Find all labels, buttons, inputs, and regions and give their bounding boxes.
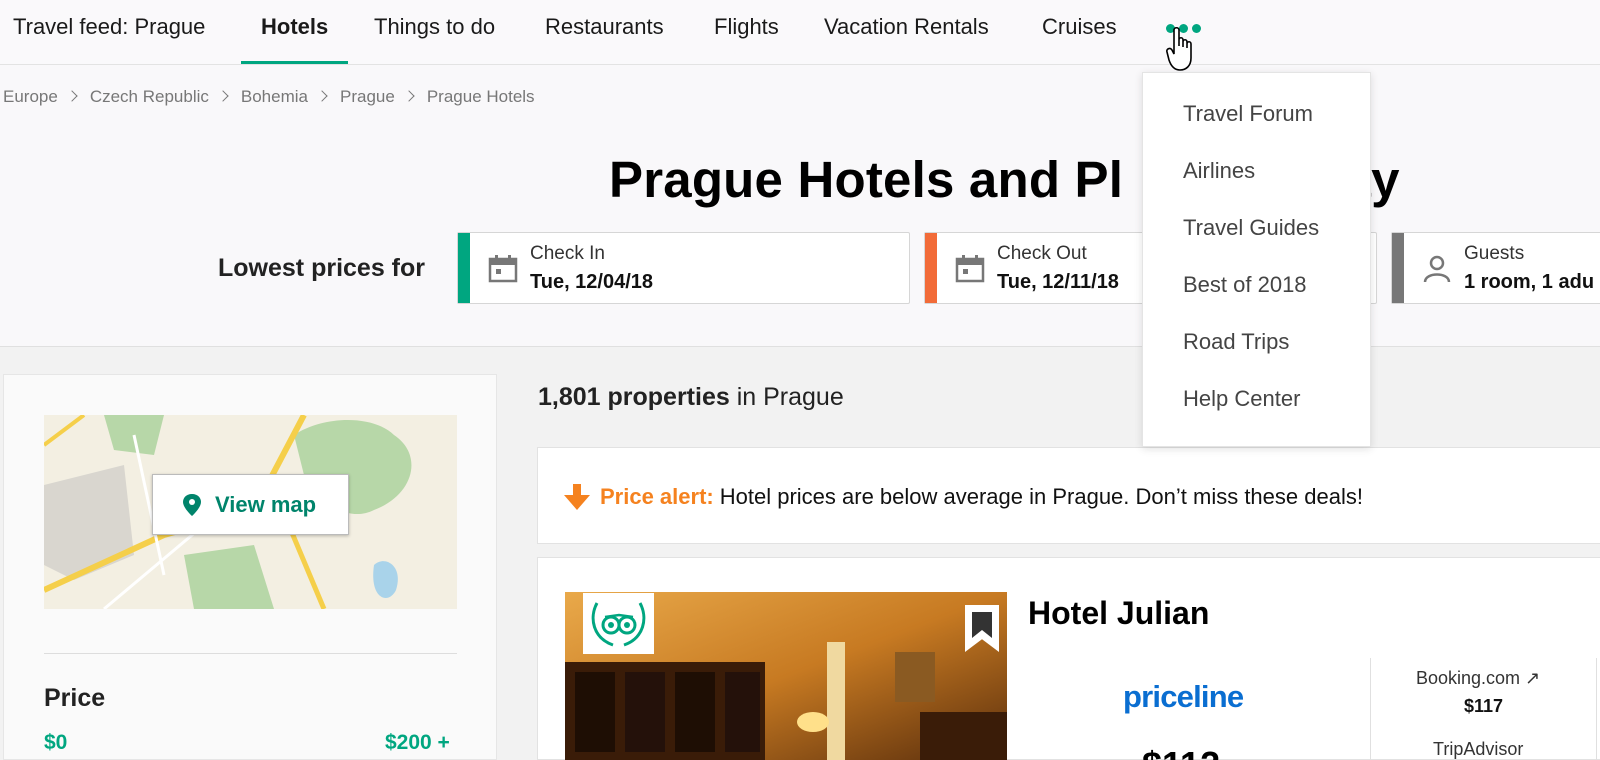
price-alert-banner: Price alert: Hotel prices are below avera…: [537, 447, 1600, 544]
tripadvisor-provider[interactable]: TripAdvisor: [1433, 739, 1523, 760]
guests-stripe: [1392, 233, 1404, 303]
price-max-value: $200 +: [385, 731, 450, 754]
external-link-icon: ↗: [1525, 668, 1541, 688]
person-icon: [1423, 255, 1451, 283]
booking-provider[interactable]: Booking.com ↗: [1416, 668, 1540, 689]
top-nav: Travel feed: Prague Hotels Things to do …: [0, 0, 1600, 65]
bookmark-icon[interactable]: [962, 604, 1002, 652]
owl-laurel-icon: [591, 602, 646, 647]
price-filter-heading: Price: [44, 684, 106, 712]
check-in-field[interactable]: Check In Tue, 12/04/18: [457, 232, 910, 304]
travelers-choice-badge: [583, 593, 654, 654]
breadcrumb-item[interactable]: Czech Republic: [90, 87, 209, 107]
menu-item-airlines[interactable]: Airlines: [1183, 158, 1255, 184]
guests-value: 1 room, 1 adu: [1464, 271, 1595, 293]
price-alert-message: Hotel prices are below average in Prague…: [719, 484, 1363, 509]
check-in-label: Check In: [530, 243, 605, 264]
nav-travel-feed[interactable]: Travel feed: Prague: [13, 0, 205, 64]
hand-cursor-icon: [1166, 26, 1192, 71]
nav-vacation-rentals[interactable]: Vacation Rentals: [824, 0, 989, 64]
price-alert-text: Price alert: Hotel prices are below avera…: [600, 484, 1363, 510]
chevron-right-icon: [217, 89, 229, 102]
breadcrumb-item[interactable]: Bohemia: [241, 87, 308, 107]
breadcrumb-item[interactable]: Europe: [3, 87, 58, 107]
chevron-right-icon: [66, 89, 78, 102]
breadcrumb-item[interactable]: Prague: [340, 87, 395, 107]
nav-things-to-do[interactable]: Things to do: [374, 0, 495, 64]
chevron-right-icon: [316, 89, 328, 102]
property-count: 1,801 properties in Prague: [538, 383, 844, 412]
guests-field[interactable]: Guests 1 room, 1 adu: [1391, 232, 1600, 304]
more-dropdown-menu: Travel Forum Airlines Travel Guides Best…: [1142, 72, 1371, 447]
price-min-value: $0: [44, 731, 68, 754]
check-out-stripe: [925, 233, 937, 303]
map-pin-icon: [183, 494, 201, 516]
nav-hotels[interactable]: Hotels: [240, 0, 349, 64]
breadcrumb-item-current: Prague Hotels: [426, 86, 535, 106]
hotel-name[interactable]: Hotel Julian: [1028, 595, 1209, 632]
menu-item-travel-guides[interactable]: Travel Guides: [1183, 215, 1319, 241]
calendar-icon: [955, 255, 985, 283]
nav-restaurants[interactable]: Restaurants: [545, 0, 664, 64]
price-alert-label: Price alert:: [600, 484, 714, 509]
guests-label: Guests: [1464, 243, 1525, 264]
check-in-stripe: [458, 233, 470, 303]
check-out-label: Check Out: [997, 243, 1087, 264]
menu-item-travel-forum[interactable]: Travel Forum: [1183, 101, 1313, 127]
menu-item-road-trips[interactable]: Road Trips: [1183, 329, 1289, 355]
view-map-button[interactable]: View map: [152, 474, 349, 535]
property-count-location: in Prague: [729, 383, 844, 411]
property-count-number: 1,801 properties: [538, 383, 730, 411]
sidebar-divider: [44, 653, 457, 654]
arrow-down-icon: [564, 484, 590, 510]
card-divider: [1370, 658, 1371, 760]
nav-flights[interactable]: Flights: [714, 0, 779, 64]
calendar-icon: [488, 255, 518, 283]
chevron-right-icon: [403, 89, 415, 102]
hotel-price[interactable]: $112: [1142, 744, 1220, 760]
card-divider: [1596, 658, 1597, 760]
booking-provider-name: Booking.com: [1416, 668, 1521, 688]
check-in-value: Tue, 12/04/18: [530, 271, 654, 293]
view-map-label: View map: [215, 492, 317, 517]
nav-cruises[interactable]: Cruises: [1042, 0, 1117, 64]
page-title-text: Prague Hotels and Pl: [609, 151, 1124, 208]
menu-item-help-center[interactable]: Help Center: [1183, 386, 1300, 412]
check-out-value: Tue, 12/11/18: [997, 271, 1119, 293]
menu-item-best-of-2018[interactable]: Best of 2018: [1183, 272, 1307, 298]
booking-price[interactable]: $117: [1464, 696, 1503, 717]
lowest-prices-label: Lowest prices for: [218, 254, 425, 282]
breadcrumb: Europe Czech Republic Bohemia Prague Prague …: [3, 86, 535, 110]
priceline-logo[interactable]: priceline: [1123, 679, 1244, 715]
